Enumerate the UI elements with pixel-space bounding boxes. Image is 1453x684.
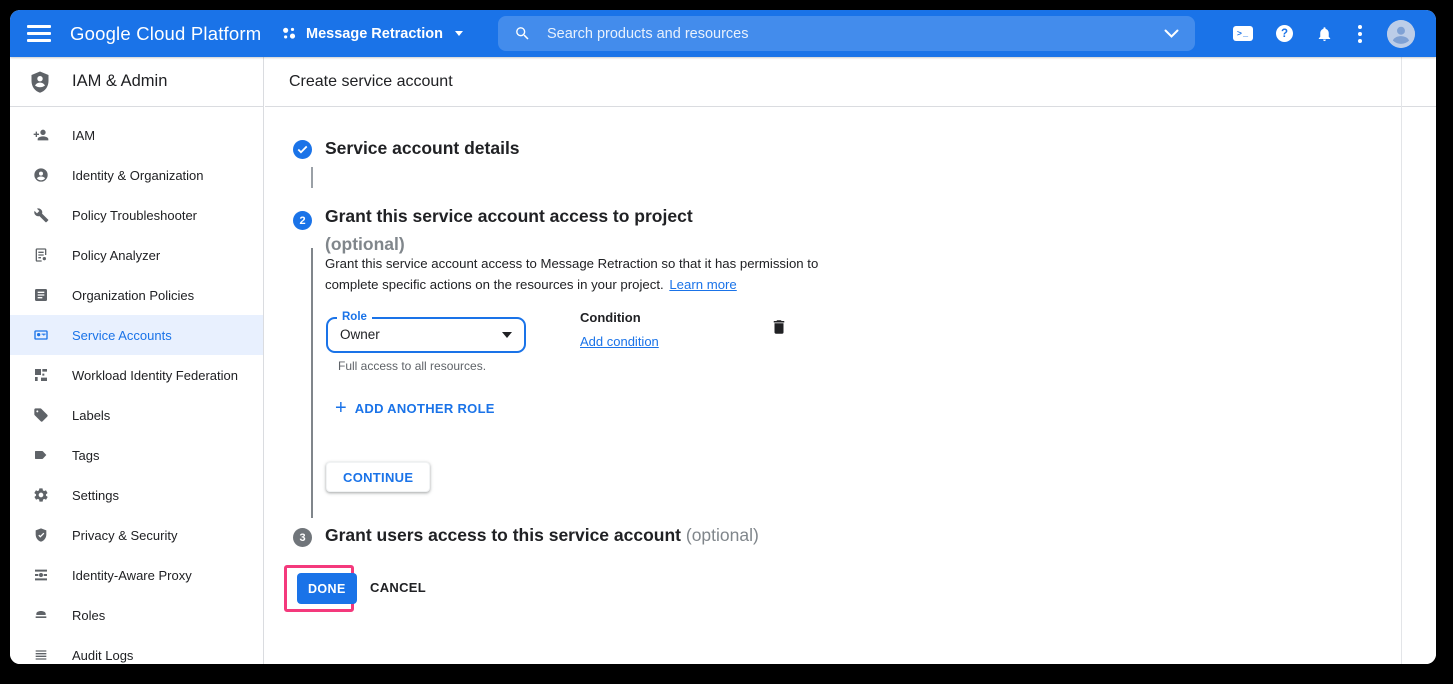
sidebar-item-audit-logs[interactable]: Audit Logs xyxy=(10,635,263,664)
sidebar-item-settings[interactable]: Settings xyxy=(10,475,263,515)
step2-number-badge: 2 xyxy=(293,211,312,230)
tag-arrow-icon xyxy=(33,447,49,463)
continue-button[interactable]: CONTINUE xyxy=(326,462,430,492)
role-selected-value: Owner xyxy=(340,319,380,351)
sidebar-item-policy-analyzer[interactable]: Policy Analyzer xyxy=(10,235,263,275)
main-panel: Create service account Service account d… xyxy=(265,57,1436,664)
list-lines-icon xyxy=(33,647,49,663)
person-circle-icon xyxy=(33,167,49,183)
trash-icon xyxy=(770,317,788,337)
step3-optional-label: (optional) xyxy=(686,525,759,545)
sidebar-item-roles[interactable]: Roles xyxy=(10,595,263,635)
hat-icon xyxy=(33,607,49,623)
role-dropdown[interactable]: Role Owner xyxy=(326,317,526,353)
create-service-account-wizard: Service account details 2 Grant this ser… xyxy=(265,107,1436,664)
step2-title: Grant this service account access to pro… xyxy=(325,202,693,258)
account-avatar[interactable] xyxy=(1387,20,1415,48)
tag-icon xyxy=(33,407,49,423)
step2-description: Grant this service account access to Mes… xyxy=(325,254,827,295)
step1-title: Service account details xyxy=(325,138,520,159)
notifications-bell-icon[interactable] xyxy=(1316,25,1333,43)
sidebar-header: IAM & Admin xyxy=(10,57,263,107)
sidebar-item-service-accounts[interactable]: Service Accounts xyxy=(10,315,263,355)
topbar-actions: >_ ? xyxy=(1233,10,1415,57)
dropdown-caret-icon xyxy=(502,332,512,338)
squares-icon xyxy=(33,367,49,383)
condition-label: Condition xyxy=(580,310,641,325)
gcp-top-bar: Google Cloud Platform Message Retraction… xyxy=(10,10,1436,57)
project-name: Message Retraction xyxy=(306,26,443,42)
page-header: Create service account xyxy=(265,57,1436,107)
page-title: Create service account xyxy=(289,57,453,107)
document-gear-icon xyxy=(33,247,49,263)
sidebar-item-identity-aware-proxy[interactable]: Identity-Aware Proxy xyxy=(10,555,263,595)
chevron-down-icon xyxy=(455,31,463,36)
gear-icon xyxy=(33,487,49,503)
step3-title: Grant users access to this service accou… xyxy=(325,525,759,546)
scrollbar-track-divider xyxy=(1401,57,1402,664)
sidebar-nav: IAM Identity & Organization Policy Troub… xyxy=(10,107,263,664)
search-chevron-icon[interactable] xyxy=(1164,29,1179,38)
project-switcher[interactable]: Message Retraction xyxy=(282,10,463,57)
shield-check-icon xyxy=(33,527,49,543)
search-bar[interactable] xyxy=(498,16,1195,51)
add-condition-link[interactable]: Add condition xyxy=(580,334,659,349)
role-helper-text: Full access to all resources. xyxy=(338,359,486,373)
sidebar-item-organization-policies[interactable]: Organization Policies xyxy=(10,275,263,315)
sidebar-title: IAM & Admin xyxy=(72,72,167,91)
delete-role-button[interactable] xyxy=(770,317,788,340)
gcp-brand-logo[interactable]: Google Cloud Platform xyxy=(70,10,261,57)
iam-admin-shield-icon xyxy=(28,69,52,95)
search-icon xyxy=(514,25,531,42)
step-connector xyxy=(311,248,313,518)
service-account-icon xyxy=(33,327,49,343)
sidebar-item-privacy-security[interactable]: Privacy & Security xyxy=(10,515,263,555)
sidebar-item-tags[interactable]: Tags xyxy=(10,435,263,475)
project-icon xyxy=(282,26,297,41)
plus-icon: + xyxy=(335,398,347,418)
proxy-icon xyxy=(33,567,49,583)
sidebar-item-policy-troubleshooter[interactable]: Policy Troubleshooter xyxy=(10,195,263,235)
learn-more-link[interactable]: Learn more xyxy=(669,277,736,292)
help-icon[interactable]: ? xyxy=(1276,25,1293,42)
sidebar-item-iam[interactable]: IAM xyxy=(10,115,263,155)
sidebar-item-labels[interactable]: Labels xyxy=(10,395,263,435)
sidebar-item-identity-organization[interactable]: Identity & Organization xyxy=(10,155,263,195)
person-add-icon xyxy=(33,127,49,143)
done-button[interactable]: DONE xyxy=(297,573,357,604)
wrench-icon xyxy=(33,207,49,223)
more-options-icon[interactable] xyxy=(1356,23,1364,45)
sidebar-item-workload-identity-federation[interactable]: Workload Identity Federation xyxy=(10,355,263,395)
step3-number-badge: 3 xyxy=(293,528,312,547)
step-connector xyxy=(311,167,313,188)
add-another-role-button[interactable]: + ADD ANOTHER ROLE xyxy=(335,398,495,418)
search-input[interactable] xyxy=(547,26,1164,42)
step1-completed-check-icon xyxy=(293,140,312,159)
iam-admin-sidebar: IAM & Admin IAM Identity & Organization … xyxy=(10,57,264,664)
cancel-button[interactable]: CANCEL xyxy=(370,580,426,595)
cloud-shell-icon[interactable]: >_ xyxy=(1233,26,1253,41)
document-lines-icon xyxy=(33,287,49,303)
menu-icon[interactable] xyxy=(27,23,51,44)
browser-viewport: Google Cloud Platform Message Retraction… xyxy=(10,10,1436,664)
